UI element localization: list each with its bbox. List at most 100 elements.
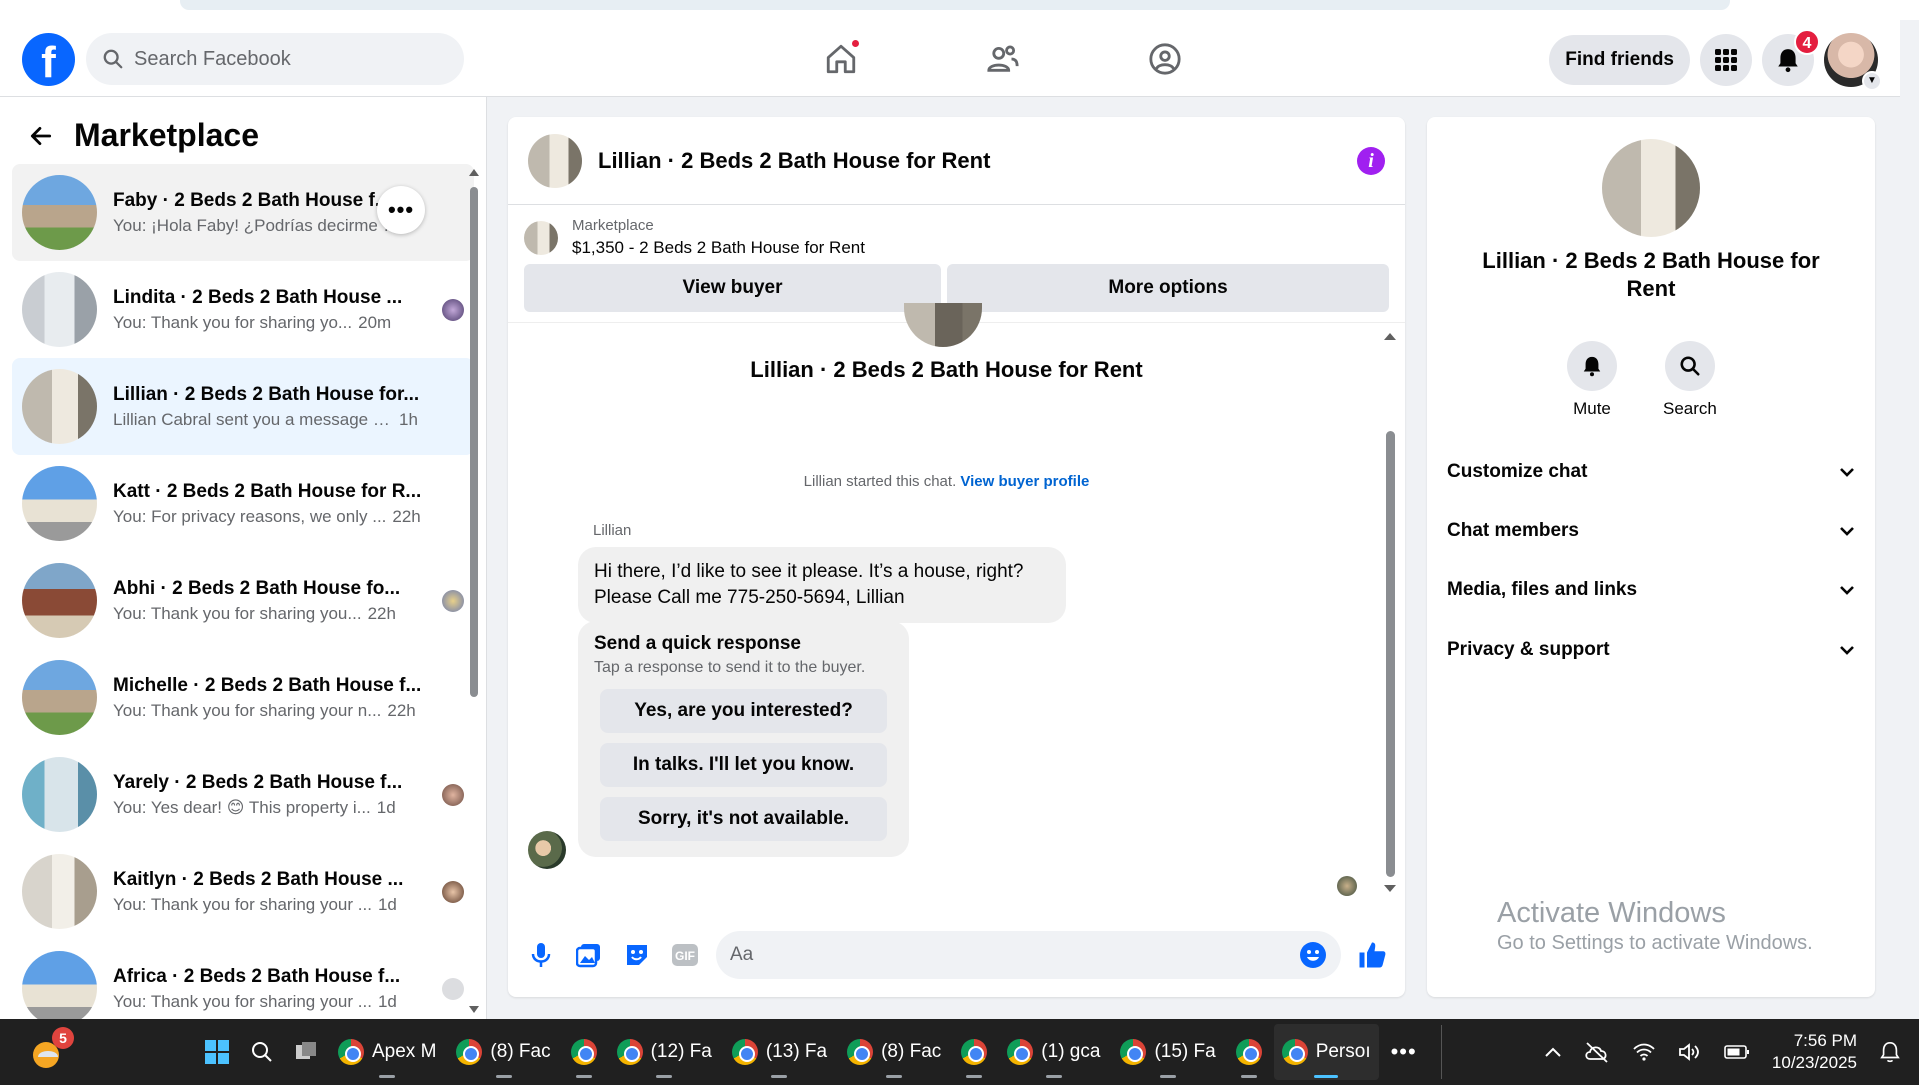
scroll-down-icon[interactable]	[468, 1005, 480, 1015]
scroll-down-icon[interactable]	[1383, 884, 1397, 894]
grid-menu-icon	[1715, 49, 1737, 71]
sticker-button[interactable]	[620, 938, 654, 972]
message-input[interactable]: Aa	[716, 931, 1341, 979]
battery-icon[interactable]	[1724, 1044, 1750, 1060]
conversation-item[interactable]: Africa · 2 Beds 2 Bath House f... You: T…	[12, 940, 474, 1019]
conversation-preview: You: Thank you for sharing your ...	[113, 894, 372, 914]
chat-header-title[interactable]: Lillian · 2 Beds 2 Bath House for Rent	[598, 148, 1341, 174]
taskbar-chrome-window[interactable]: (8) Fac	[839, 1024, 949, 1080]
quick-response-button[interactable]: In talks. I'll let you know.	[600, 743, 887, 787]
mute-label: Mute	[1573, 399, 1611, 418]
more-options-button[interactable]: More options	[947, 264, 1389, 312]
search-box[interactable]: Search Facebook	[86, 33, 464, 85]
listing-thumbnail	[22, 757, 97, 832]
search-in-chat-button[interactable]: Search	[1663, 341, 1717, 419]
chat-header-avatar[interactable]	[528, 133, 582, 188]
incoming-message-bubble[interactable]: Hi there, I’d like to see it please. It’…	[578, 547, 1066, 623]
chrome-icon	[456, 1039, 483, 1065]
nav-friends[interactable]	[922, 20, 1084, 97]
chevron-up-icon[interactable]	[1544, 1046, 1562, 1058]
taskbar-chrome-window[interactable]: (15) Fa	[1112, 1024, 1223, 1080]
listing-thumbnail	[22, 369, 97, 444]
taskbar-chrome-window[interactable]: (13) Fa	[724, 1024, 835, 1080]
find-friends-button[interactable]: Find friends	[1549, 35, 1690, 85]
taskbar-chrome-window[interactable]: Apex M	[330, 1024, 444, 1080]
taskbar-overflow-button[interactable]: •••	[1383, 1024, 1425, 1080]
nav-home[interactable]	[760, 20, 922, 97]
conversation-item-active[interactable]: Lillian · 2 Beds 2 Bath House for... Lil…	[12, 358, 474, 455]
privacy-support-section[interactable]: Privacy & support	[1447, 630, 1855, 670]
facebook-logo[interactable]: f	[22, 33, 75, 86]
conversation-item[interactable]: Katt · 2 Beds 2 Bath House for R... You:…	[12, 455, 474, 552]
volume-icon[interactable]	[1678, 1042, 1702, 1062]
menu-button[interactable]	[1700, 34, 1752, 86]
windows-activation-watermark: Activate Windows Go to Settings to activ…	[1497, 897, 1813, 955]
conversation-item[interactable]: Michelle · 2 Beds 2 Bath House f... You:…	[12, 649, 474, 746]
wifi-icon[interactable]	[1632, 1042, 1656, 1062]
cloud-offline-icon[interactable]	[1584, 1041, 1610, 1063]
chat-members-section[interactable]: Chat members	[1447, 511, 1855, 551]
conversation-item[interactable]: Faby · 2 Beds 2 Bath House f... You: ¡Ho…	[12, 164, 474, 261]
thumbs-up-icon	[1359, 942, 1386, 968]
chrome-icon	[1235, 1039, 1262, 1065]
conversation-preview: You: Thank you for sharing yo...	[113, 312, 353, 332]
windows-taskbar: 5 Apex M (8) Fac (12) Fa (13) Fa (8) Fac…	[0, 1019, 1919, 1085]
details-avatar[interactable]	[1602, 139, 1700, 237]
emoji-icon[interactable]	[1299, 941, 1327, 969]
view-buyer-profile-link[interactable]: View buyer profile	[960, 473, 1089, 490]
task-view-button[interactable]	[286, 1024, 326, 1080]
listing-thumbnail	[22, 660, 97, 735]
voice-clip-button[interactable]	[524, 938, 558, 972]
watermark-subtitle: Go to Settings to activate Windows.	[1497, 932, 1813, 954]
sidebar-scroll-thumb[interactable]	[470, 187, 478, 697]
mute-button[interactable]: Mute	[1567, 341, 1617, 419]
quick-response-button[interactable]: Yes, are you interested?	[600, 689, 887, 733]
attach-photo-button[interactable]	[572, 938, 606, 972]
listing-price-title: $1,350 - 2 Beds 2 Bath House for Rent	[572, 238, 865, 257]
send-like-button[interactable]	[1355, 938, 1389, 972]
scroll-up-icon[interactable]	[468, 167, 480, 177]
page-scrollbar[interactable]	[1900, 20, 1919, 1020]
taskbar-chrome-window[interactable]: (1) gca	[999, 1024, 1108, 1080]
start-button[interactable]	[196, 1024, 238, 1080]
gif-button[interactable]: GIF	[668, 938, 702, 972]
conversation-item[interactable]: Lindita · 2 Beds 2 Bath House ... You: T…	[12, 261, 474, 358]
listing-thumbnail	[22, 951, 97, 1019]
weather-widget[interactable]: 5	[28, 1027, 74, 1073]
taskbar-chrome-window[interactable]: (8) Fac	[448, 1024, 558, 1080]
taskbar-chrome-window[interactable]	[563, 1024, 605, 1080]
quick-response-button[interactable]: Sorry, it's not available.	[600, 797, 887, 841]
conversation-options-button[interactable]: •••	[377, 186, 425, 234]
system-clock[interactable]: 7:56 PM 10/23/2025	[1772, 1030, 1857, 1074]
taskbar-chrome-window-active[interactable]: Persoı	[1273, 1024, 1379, 1080]
conversation-name: Katt · 2 Beds 2 Bath House for R...	[113, 480, 422, 502]
conversation-item[interactable]: Yarely · 2 Beds 2 Bath House f... You: Y…	[12, 746, 474, 843]
thread-avatar	[904, 303, 982, 347]
scroll-up-icon[interactable]	[1383, 331, 1397, 341]
taskbar-chrome-window[interactable]: (12) Fa	[609, 1024, 720, 1080]
search-icon	[103, 49, 123, 69]
conversation-item[interactable]: Abhi · 2 Beds 2 Bath House fo... You: Th…	[12, 552, 474, 649]
message-thread: Lillian · 2 Beds 2 Bath House for Rent L…	[508, 303, 1405, 902]
notification-center-icon[interactable]	[1879, 1040, 1901, 1064]
chat-scroll-thumb[interactable]	[1386, 431, 1395, 877]
nav-groups[interactable]	[1084, 20, 1246, 97]
back-arrow-icon[interactable]	[28, 123, 54, 149]
taskbar-chrome-window[interactable]	[1228, 1024, 1270, 1080]
chevron-down-icon	[1840, 468, 1854, 477]
address-bar-edge[interactable]	[180, 0, 1730, 10]
taskbar-search-button[interactable]	[242, 1024, 282, 1080]
sidebar-scrollbar[interactable]	[468, 167, 480, 1019]
media-files-links-section[interactable]: Media, files and links	[1447, 570, 1855, 610]
info-icon[interactable]: i	[1357, 146, 1385, 175]
conversation-item[interactable]: Kaitlyn · 2 Beds 2 Bath House ... You: T…	[12, 843, 474, 940]
account-avatar[interactable]: ▼	[1824, 33, 1882, 91]
notifications-button[interactable]: 4	[1762, 29, 1820, 86]
conversation-name: Lindita · 2 Beds 2 Bath House ...	[113, 286, 403, 308]
customize-chat-section[interactable]: Customize chat	[1447, 452, 1855, 492]
taskbar-chrome-window[interactable]	[953, 1024, 995, 1080]
listing-summary[interactable]: Marketplace $1,350 - 2 Beds 2 Bath House…	[508, 205, 1405, 264]
sender-avatar[interactable]	[528, 831, 566, 869]
view-buyer-button[interactable]: View buyer	[524, 264, 942, 312]
chat-scrollbar[interactable]	[1383, 331, 1397, 894]
